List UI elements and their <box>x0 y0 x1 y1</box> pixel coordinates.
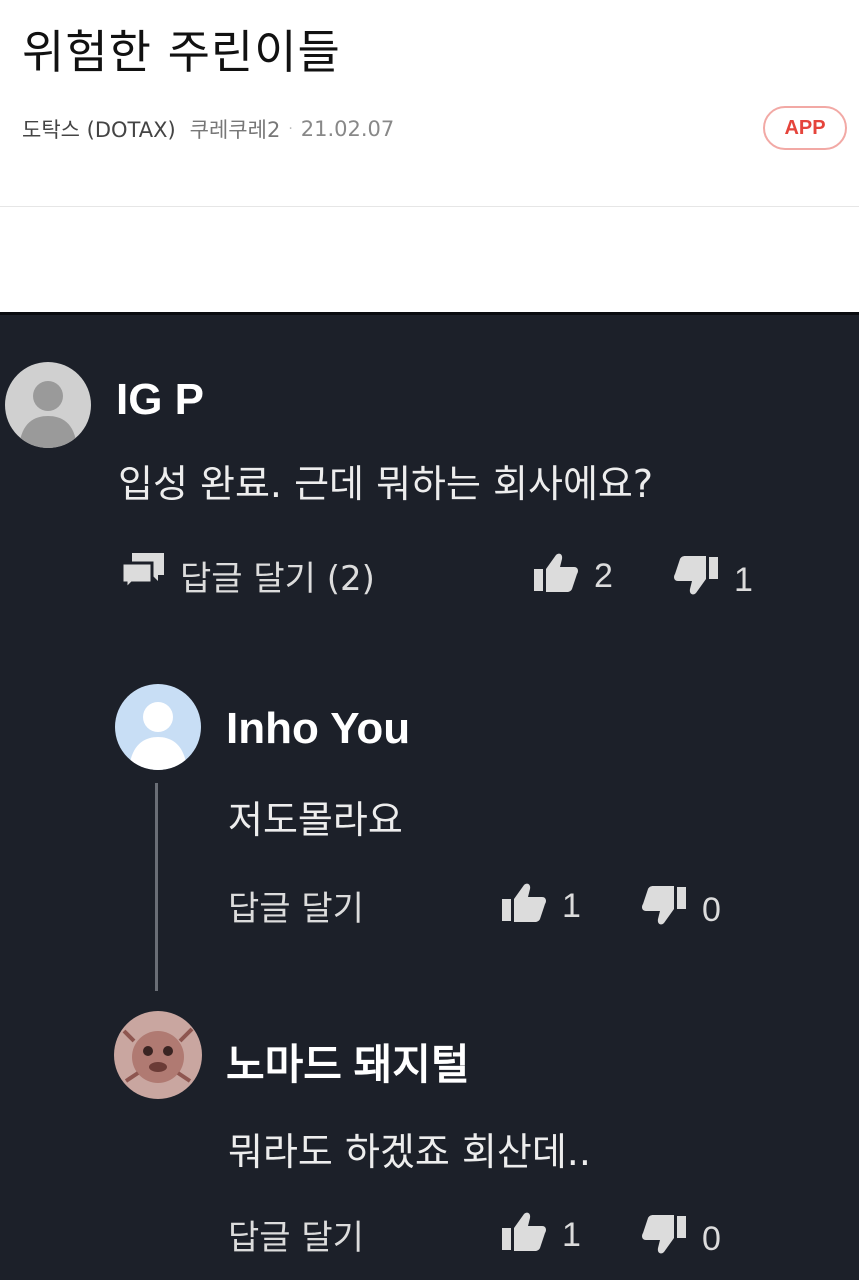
avatar <box>115 684 201 770</box>
comment-text: 저도몰라요 <box>228 798 403 842</box>
thumbs-up-icon <box>500 1210 548 1261</box>
comment-icon <box>120 551 166 600</box>
comment-author[interactable]: IG P <box>116 375 204 425</box>
app-badge[interactable]: APP <box>763 106 847 150</box>
reply-button[interactable]: 답글 달기 (2) <box>120 551 375 600</box>
embedded-screenshot: IG P 입성 완료. 근데 뭐하는 회사에요? 답글 달기 (2) 2 1 I… <box>0 312 859 1280</box>
reply-label: 답글 달기 <box>228 889 364 929</box>
dislike-count: 0 <box>702 891 721 929</box>
post-meta: 도탁스 (DOTAX) 쿠레쿠레2 · 21.02.07 <box>22 114 394 144</box>
post-title: 위험한 주린이들 <box>22 25 341 79</box>
reply-label: 답글 달기 (2) <box>180 559 375 599</box>
reply-button[interactable]: 답글 달기 <box>228 881 364 930</box>
avatar <box>114 1011 202 1099</box>
like-button[interactable]: 1 <box>500 881 581 932</box>
like-button[interactable]: 1 <box>500 1210 581 1261</box>
comment-author[interactable]: Inho You <box>226 704 410 754</box>
thread-line <box>155 783 158 991</box>
profile-photo-icon <box>114 1011 202 1099</box>
comment-text: 뭐라도 하겠죠 회산데.. <box>228 1130 591 1174</box>
default-avatar-icon <box>5 362 91 448</box>
like-count: 1 <box>562 887 581 925</box>
thumbs-up-icon <box>500 881 548 932</box>
reply-label: 답글 달기 <box>228 1218 364 1258</box>
dislike-count: 1 <box>734 561 753 599</box>
like-count: 1 <box>562 1216 581 1254</box>
meta-separator: · <box>288 121 293 137</box>
reply-button[interactable]: 답글 달기 <box>228 1210 364 1259</box>
thumbs-down-icon <box>640 885 688 936</box>
comment-author[interactable]: 노마드 돼지털 <box>226 1031 470 1092</box>
board-name[interactable]: 도탁스 (DOTAX) <box>22 114 176 144</box>
comment-text: 입성 완료. 근데 뭐하는 회사에요? <box>118 462 654 506</box>
dislike-button[interactable]: 0 <box>640 885 721 936</box>
dislike-button[interactable]: 0 <box>640 1214 721 1265</box>
header-divider <box>0 206 859 207</box>
thumbs-down-icon <box>672 555 720 606</box>
like-button[interactable]: 2 <box>532 551 613 602</box>
avatar <box>5 362 91 448</box>
post-date: 21.02.07 <box>300 117 395 141</box>
dislike-button[interactable]: 1 <box>672 555 753 606</box>
like-count: 2 <box>594 557 613 595</box>
author-name[interactable]: 쿠레쿠레2 <box>190 114 281 144</box>
dislike-count: 0 <box>702 1220 721 1258</box>
thumbs-down-icon <box>640 1214 688 1265</box>
default-avatar-icon <box>115 684 201 770</box>
thumbs-up-icon <box>532 551 580 602</box>
